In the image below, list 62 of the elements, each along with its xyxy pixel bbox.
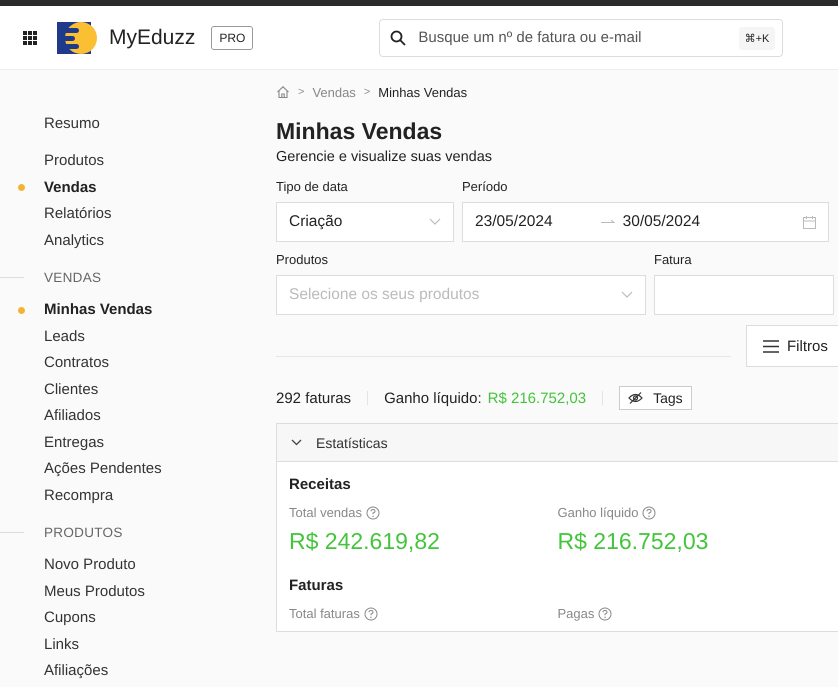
eye-slash-icon: [628, 392, 644, 404]
page-subtitle: Gerencie e visualize suas vendas: [276, 149, 494, 165]
field-label: Período: [462, 179, 509, 194]
breadcrumb-separator: >: [364, 86, 370, 98]
invoice-count: 292 faturas: [276, 390, 352, 406]
shortcut-hint: ⌘+K: [738, 26, 776, 50]
chevron-down-icon: [429, 218, 441, 226]
field-label: Produtos: [276, 252, 330, 267]
help-icon[interactable]: [364, 606, 378, 620]
chevron-down-icon: [621, 291, 633, 299]
field-label: Fatura: [654, 252, 693, 267]
net-income-value: R$ 216.752,03: [488, 390, 586, 406]
sidebar-item[interactable]: Minhas Vendas: [44, 301, 152, 318]
section-heading: PRODUTOS: [44, 525, 123, 540]
sidebar-item[interactable]: Analytics: [44, 232, 104, 249]
help-icon[interactable]: [642, 506, 656, 520]
calendar-icon: [803, 216, 816, 228]
sidebar-item[interactable]: Vendas: [44, 178, 97, 196]
metric-label: Total vendas: [289, 505, 362, 520]
sidebar-item[interactable]: Clientes: [44, 380, 98, 398]
invoice-input[interactable]: [654, 275, 834, 315]
net-income-label: Ganho líquido:: [384, 390, 482, 406]
filters-button[interactable]: Filtros: [746, 325, 838, 367]
field-label: Tipo de data: [276, 179, 349, 194]
page-title: Minhas Vendas: [276, 118, 444, 145]
sidebar-item[interactable]: Links: [44, 636, 80, 653]
sidebar-item[interactable]: Ações Pendentes: [44, 460, 162, 478]
sidebar-item[interactable]: Leads: [44, 328, 85, 345]
section-heading: VENDAS: [44, 270, 102, 285]
chevron-icon: [291, 439, 302, 446]
sidebar-item[interactable]: Relatórios: [44, 205, 112, 222]
sidebar-item[interactable]: Resumo: [44, 114, 100, 132]
sidebar-item[interactable]: Meus Produtos: [44, 582, 145, 600]
breadcrumb-separator: >: [298, 86, 304, 98]
sidebar-item[interactable]: Produtos: [44, 152, 104, 170]
statistics-toggle[interactable]: Estatísticas: [277, 424, 838, 462]
metric-value: R$ 242.619,82: [289, 528, 441, 555]
metric-label: Ganho líquido: [558, 505, 638, 520]
apps-grid-icon[interactable]: [23, 30, 37, 44]
sidebar-item[interactable]: Recompra: [44, 486, 114, 504]
date-range-picker[interactable]: 23/05/2024 30/05/2024: [462, 202, 829, 242]
sidebar-item[interactable]: Afiliações: [44, 662, 108, 680]
menu-icon: [763, 340, 779, 352]
plan-badge: PRO: [211, 26, 254, 50]
home-icon[interactable]: [276, 85, 290, 99]
sidebar-item[interactable]: Contratos: [44, 354, 110, 372]
sidebar-item[interactable]: Afiliados: [44, 407, 101, 424]
metric-label: Pagas: [558, 606, 594, 621]
current-page-label: Minhas Vendas: [378, 84, 468, 100]
help-icon[interactable]: [598, 606, 612, 620]
logo-icon: [57, 20, 97, 56]
brand-name: MyEduzz: [109, 26, 196, 50]
metric-value: R$ 216.752,03: [558, 528, 710, 555]
section-title: Faturas: [289, 577, 344, 594]
metric-label: Total faturas: [289, 606, 360, 621]
date-type-select[interactable]: Criação: [276, 202, 454, 242]
sidebar-item[interactable]: Cupons: [44, 609, 96, 626]
sidebar-item[interactable]: Entregas: [44, 434, 104, 451]
section-title: Receitas: [289, 476, 352, 493]
help-icon[interactable]: [366, 506, 380, 520]
tags-button[interactable]: Tags: [619, 386, 692, 410]
sidebar-item[interactable]: Novo Produto: [44, 556, 136, 574]
